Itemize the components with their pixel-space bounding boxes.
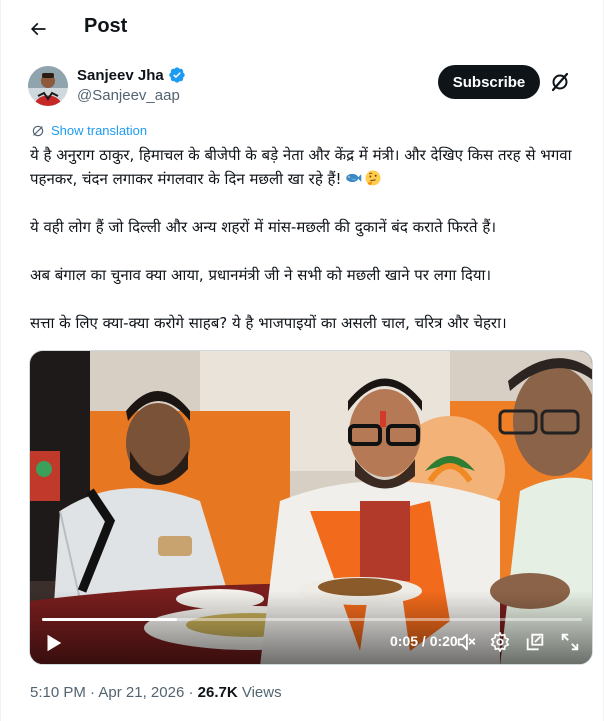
show-translation-link[interactable]: Show translation xyxy=(31,123,147,138)
back-button[interactable] xyxy=(23,14,53,44)
translate-globe-icon xyxy=(32,125,44,136)
meta-separator: · xyxy=(184,684,198,701)
post-date[interactable]: Apr 21, 2026 xyxy=(98,684,184,701)
post-text: ये है अनुराग ठाकुर, हिमाचल के बीजेपी के … xyxy=(30,143,590,359)
author-name[interactable]: Sanjeev Jha xyxy=(77,66,186,84)
grok-icon[interactable] xyxy=(548,70,572,94)
page-title: Post xyxy=(84,15,128,37)
fish-emoji-icon xyxy=(345,173,361,183)
post-paragraph: ये वही लोग हैं जो दिल्ली और अन्य शहरों म… xyxy=(30,218,497,236)
views-count: 26.7K xyxy=(197,684,238,701)
play-icon[interactable] xyxy=(42,632,64,654)
views-label: Views xyxy=(237,684,282,701)
verified-badge-icon xyxy=(169,67,185,83)
video-progress-fill xyxy=(42,618,177,621)
show-translation-label: Show translation xyxy=(51,123,148,138)
volume-icon[interactable] xyxy=(455,631,477,653)
post-meta: 5:10 PM · Apr 21, 2026 · 26.7K Views xyxy=(30,684,282,701)
video-controls: 0:05 / 0:20 xyxy=(30,616,592,664)
video-time: 0:05 / 0:20 xyxy=(390,633,458,649)
post-paragraph-text: ये है अनुराग ठाकुर, हिमाचल के बीजेपी के … xyxy=(30,146,572,188)
author-name-text: Sanjeev Jha xyxy=(77,66,164,84)
post-paragraph: सत्ता के लिए क्या-क्या करोगे साहब? ये है… xyxy=(30,314,507,332)
post-paragraph: अब बंगाल का चुनाव क्या आया, प्रधानमंत्री… xyxy=(30,266,492,284)
post-time[interactable]: 5:10 PM xyxy=(30,684,86,701)
video-player[interactable]: 0:05 / 0:20 xyxy=(29,350,593,665)
settings-icon[interactable] xyxy=(489,631,511,653)
post-paragraph: ये है अनुराग ठाकुर, हिमाचल के बीजेपी के … xyxy=(30,143,590,191)
arrow-left-icon xyxy=(30,22,46,36)
video-progress-bar[interactable] xyxy=(42,618,582,621)
popout-icon[interactable] xyxy=(524,631,546,653)
page-header: Post xyxy=(1,0,604,56)
avatar-image xyxy=(28,66,68,106)
fullscreen-icon[interactable] xyxy=(559,631,581,653)
thinking-face-emoji-icon xyxy=(365,170,381,186)
subscribe-button[interactable]: Subscribe xyxy=(438,65,540,99)
avatar[interactable] xyxy=(28,66,68,106)
author-handle[interactable]: @Sanjeev_aap xyxy=(77,87,180,104)
post-page: Post Sanjeev Jha @Sanjeev_aap Subscribe … xyxy=(0,0,604,721)
meta-separator: · xyxy=(85,684,99,701)
